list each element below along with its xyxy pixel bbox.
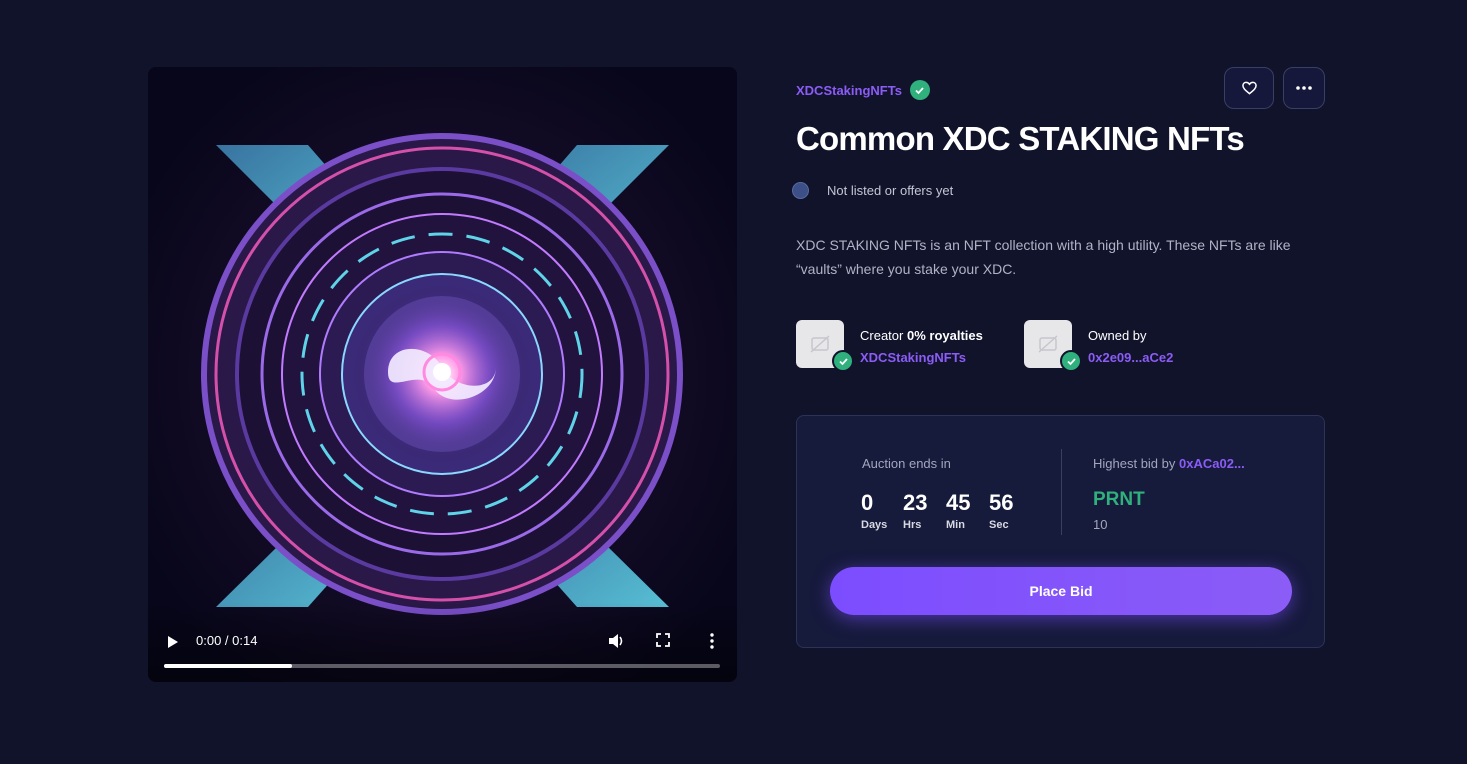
nft-title: Common XDC STAKING NFTs: [796, 120, 1245, 157]
owner-label: Owned by: [1088, 328, 1147, 343]
bidder-link[interactable]: 0xACa02...: [1179, 456, 1245, 471]
nft-video-player[interactable]: 0:00 / 0:14: [148, 67, 737, 682]
favorite-button[interactable]: [1224, 67, 1274, 109]
fullscreen-icon[interactable]: [656, 633, 670, 647]
countdown-minutes: 45 Min: [946, 490, 971, 531]
nft-artwork: [148, 67, 737, 682]
place-bid-button[interactable]: Place Bid: [830, 567, 1292, 615]
auction-divider: [1061, 449, 1062, 535]
countdown-days: 0 Days: [861, 490, 888, 531]
verified-badge-icon: [832, 350, 854, 372]
video-time: 0:00 / 0:14: [196, 633, 258, 648]
auction-panel: Auction ends in 0 Days 23 Hrs 45 Min 56 …: [796, 415, 1325, 648]
bid-token: PRNT: [1093, 489, 1145, 510]
countdown-hours: 23 Hrs: [903, 490, 928, 531]
creator-link[interactable]: XDCStakingNFTs: [860, 347, 983, 369]
auction-countdown: 0 Days 23 Hrs 45 Min 56 Sec: [861, 490, 1013, 531]
verified-badge-icon: [1060, 350, 1082, 372]
volume-icon[interactable]: [607, 632, 625, 650]
countdown-seconds: 56 Sec: [989, 490, 1014, 531]
collection-name: XDCStakingNFTs: [796, 82, 902, 98]
auction-ends-label: Auction ends in: [862, 456, 951, 471]
video-controls: 0:00 / 0:14: [148, 602, 737, 682]
video-progress-fill: [164, 664, 292, 668]
nft-description: XDC STAKING NFTs is an NFT collection wi…: [796, 237, 1291, 277]
ellipsis-icon: [1296, 86, 1312, 90]
creator-avatar[interactable]: [796, 320, 854, 372]
owner-avatar[interactable]: [1024, 320, 1082, 372]
bid-amount: 10: [1093, 517, 1108, 532]
more-actions-button[interactable]: [1283, 67, 1325, 109]
owner-info: Owned by 0x2e09...aCe2: [1024, 320, 1173, 372]
creator-label: Creator 0% royalties: [860, 328, 983, 343]
collection-link[interactable]: XDCStakingNFTs: [796, 80, 930, 100]
status-text: Not listed or offers yet: [827, 183, 954, 198]
play-icon[interactable]: [166, 635, 180, 649]
status-dot-icon: [792, 182, 809, 199]
highest-bid-label: Highest bid by 0xACa02...: [1093, 456, 1245, 471]
heart-icon: [1241, 81, 1257, 95]
more-options-icon[interactable]: [706, 632, 718, 650]
image-placeholder-icon: [1038, 335, 1058, 353]
image-placeholder-icon: [810, 335, 830, 353]
creator-info: Creator 0% royalties XDCStakingNFTs: [796, 320, 983, 372]
verified-badge-icon: [909, 80, 930, 100]
listing-status: Not listed or offers yet: [792, 182, 953, 199]
owner-link[interactable]: 0x2e09...aCe2: [1088, 347, 1173, 369]
video-progress-bar[interactable]: [164, 664, 720, 668]
